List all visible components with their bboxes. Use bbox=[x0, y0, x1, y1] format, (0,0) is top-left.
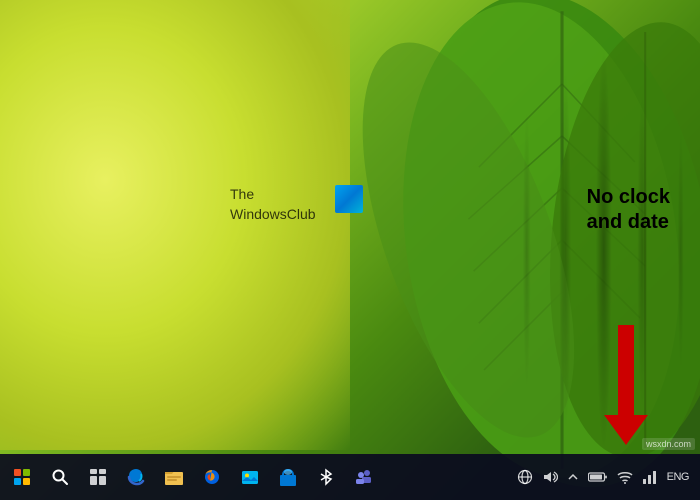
battery-icon[interactable] bbox=[585, 469, 611, 485]
store-icon bbox=[278, 467, 298, 487]
desktop-bg-left bbox=[0, 0, 350, 450]
lang-label: ENG bbox=[667, 471, 689, 483]
volume-bars-icon[interactable] bbox=[639, 467, 661, 487]
firefox-icon bbox=[202, 467, 222, 487]
no-clock-line1: No clock bbox=[587, 185, 670, 210]
store-button[interactable] bbox=[270, 457, 306, 497]
logo-pane-red bbox=[14, 469, 21, 476]
search-icon bbox=[51, 468, 69, 486]
taskbar: ENG bbox=[0, 454, 700, 500]
photos-button[interactable] bbox=[232, 457, 268, 497]
windows-icon bbox=[335, 185, 363, 213]
keyboard-lang-button[interactable]: ENG bbox=[664, 469, 692, 485]
volume-icon bbox=[542, 469, 558, 485]
edge-icon bbox=[126, 467, 146, 487]
red-arrow bbox=[604, 325, 648, 445]
photos-icon bbox=[240, 467, 260, 487]
watermark: The WindowsClub bbox=[230, 185, 316, 224]
teams-icon bbox=[354, 467, 374, 487]
windows-logo bbox=[14, 469, 30, 485]
file-explorer-button[interactable] bbox=[156, 457, 192, 497]
watermark-line2: WindowsClub bbox=[230, 205, 316, 225]
speaker-icon[interactable] bbox=[539, 467, 561, 487]
battery-display bbox=[588, 471, 608, 483]
site-watermark: wsxdn.com bbox=[642, 438, 695, 450]
taskbar-right: ENG bbox=[514, 467, 700, 487]
logo-pane-blue bbox=[14, 478, 21, 485]
audio-bars-display bbox=[642, 469, 658, 485]
teams-button[interactable] bbox=[346, 457, 382, 497]
chevron-up-icon bbox=[567, 471, 579, 483]
file-explorer-icon bbox=[164, 467, 184, 487]
no-clock-annotation: No clock and date bbox=[587, 185, 670, 235]
task-view-button[interactable] bbox=[80, 457, 116, 497]
wifi-icon[interactable] bbox=[614, 467, 636, 487]
no-clock-line2: and date bbox=[587, 210, 670, 235]
tray-expand-button[interactable] bbox=[564, 469, 582, 485]
desktop: The WindowsClub No clock and date wsxdn.… bbox=[0, 0, 700, 500]
task-view-icon bbox=[89, 468, 107, 486]
edge-button[interactable] bbox=[118, 457, 154, 497]
bluetooth-button[interactable] bbox=[308, 457, 344, 497]
start-button[interactable] bbox=[4, 457, 40, 497]
globe-icon bbox=[517, 469, 533, 485]
logo-pane-yellow bbox=[23, 478, 30, 485]
arrow-shaft bbox=[618, 325, 634, 415]
logo-pane-green bbox=[23, 469, 30, 476]
bluetooth-icon bbox=[316, 467, 336, 487]
network-icon[interactable] bbox=[514, 467, 536, 487]
firefox-button[interactable] bbox=[194, 457, 230, 497]
watermark-line1: The bbox=[230, 185, 316, 205]
wifi-display bbox=[617, 469, 633, 485]
taskbar-left bbox=[0, 457, 382, 497]
search-button[interactable] bbox=[42, 457, 78, 497]
